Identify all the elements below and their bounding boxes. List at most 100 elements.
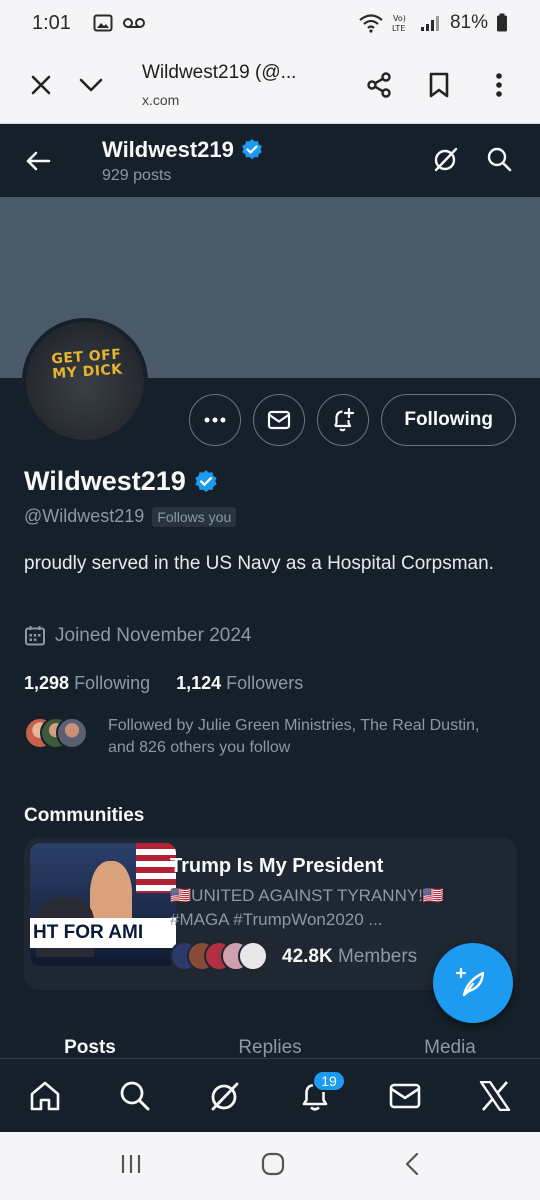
share-icon (367, 71, 391, 98)
profile-tabs: Posts Replies Media (0, 1034, 540, 1058)
members-count: 42.8K (282, 946, 333, 967)
follower-avatar (56, 717, 88, 749)
nav-messages[interactable] (375, 1066, 435, 1126)
verified-badge-icon (195, 469, 217, 492)
followers-count: 1,124 (176, 673, 222, 693)
community-description: 🇺🇸UNITED AGAINST TYRANNY!🇺🇸 #MAGA #Trump… (170, 884, 505, 932)
wifi-icon (358, 13, 384, 33)
browser-menu-button[interactable] (474, 60, 524, 110)
notification-count-badge: 19 (312, 1069, 346, 1092)
avatar-shirt-text: GET OFF MY DICK (50, 346, 124, 383)
battery-percent: 81% (449, 12, 488, 33)
communities-heading: Communities (24, 805, 145, 826)
recent-apps-icon (121, 1154, 141, 1173)
share-button[interactable] (354, 60, 404, 110)
battery-icon (496, 13, 508, 33)
back-button[interactable] (16, 139, 60, 183)
bookmark-button[interactable] (414, 60, 464, 110)
joined-date-row: Joined November 2024 (24, 625, 251, 647)
grok-icon (211, 1082, 239, 1110)
nav-notifications[interactable]: 19 (285, 1066, 346, 1126)
nav-x-premium[interactable] (465, 1066, 525, 1126)
members-count-row: 42.8K Members (282, 946, 417, 968)
nav-grok[interactable] (195, 1066, 255, 1126)
header-name-row: Wildwest219 (102, 137, 264, 163)
profile-name-row: Wildwest219 (24, 466, 219, 497)
more-options-button[interactable] (189, 394, 242, 446)
svg-text:LTE: LTE (392, 24, 405, 33)
bell-plus-icon (334, 407, 355, 432)
compose-feather-icon (455, 967, 485, 997)
home-icon (30, 1081, 60, 1110)
voicemail-icon (122, 16, 145, 30)
back-chevron-icon (405, 1152, 419, 1175)
search-icon (487, 147, 512, 171)
profile-avatar[interactable]: GET OFF MY DICK (22, 318, 148, 444)
follows-you-badge: Follows you (152, 506, 237, 527)
x-logo-icon (479, 1080, 511, 1111)
notifications-subscribe-button[interactable] (317, 394, 370, 446)
signal-icon (420, 14, 442, 32)
profile-header-bar: Wildwest219 929 posts (0, 125, 540, 197)
following-count-link[interactable]: 1,298 Following (24, 673, 150, 694)
system-navigation-bar (0, 1132, 540, 1200)
followed-by-row[interactable]: Followed by Julie Green Ministries, The … (24, 715, 488, 759)
message-button[interactable] (253, 394, 306, 446)
recent-apps-button[interactable] (119, 1153, 143, 1180)
search-icon (120, 1081, 150, 1110)
profile-action-buttons: Following (189, 394, 516, 446)
back-arrow-icon (26, 151, 51, 171)
following-count: 1,298 (24, 673, 70, 693)
profile-bio: proudly served in the US Navy as a Hospi… (24, 553, 494, 574)
minimize-tab-button[interactable] (66, 60, 116, 110)
nav-home[interactable] (15, 1066, 75, 1126)
more-horizontal-icon (204, 417, 226, 423)
grok-button[interactable] (432, 145, 460, 178)
tab-posts[interactable]: Posts (0, 1034, 180, 1058)
compose-post-button[interactable] (433, 943, 513, 1023)
bottom-navigation: 19 (0, 1058, 540, 1132)
member-avatars (170, 941, 268, 973)
followers-label: Followers (226, 673, 304, 693)
tab-replies[interactable]: Replies (180, 1034, 360, 1058)
community-image: HT FOR AMI (30, 843, 176, 966)
community-description-line: #MAGA #TrumpWon2020 ... (170, 910, 383, 929)
close-icon (31, 75, 51, 94)
browser-title-area[interactable]: Wildwest219 (@... x.com (142, 62, 354, 108)
follow-counts: 1,298 Following 1,124 Followers (24, 673, 303, 694)
search-button[interactable] (486, 146, 512, 177)
calendar-icon (25, 626, 45, 646)
status-bar: 1:01 Vo) LTE 81% (0, 0, 540, 46)
envelope-icon (389, 1083, 421, 1108)
close-tab-button[interactable] (16, 60, 66, 110)
members-label: Members (337, 946, 418, 967)
following-label: Following (74, 673, 151, 693)
profile-display-name: Wildwest219 (24, 466, 186, 496)
verified-badge-icon (242, 139, 262, 160)
member-avatar (238, 941, 268, 971)
more-vertical-icon (496, 72, 502, 97)
chevron-down-icon (79, 78, 103, 91)
community-image-banner-text: HT FOR AMI (30, 918, 176, 948)
tab-media[interactable]: Media (360, 1034, 540, 1058)
home-system-button[interactable] (261, 1152, 285, 1181)
browser-toolbar: Wildwest219 (@... x.com (0, 46, 540, 124)
joined-date-text: Joined November 2024 (55, 625, 252, 646)
followed-by-avatars (24, 717, 90, 749)
home-circle-icon (261, 1152, 285, 1175)
followers-count-link[interactable]: 1,124 Followers (176, 673, 303, 694)
svg-text:Vo): Vo) (393, 14, 406, 23)
status-time: 1:01 (32, 11, 71, 34)
profile-handle-row: @Wildwest219 Follows you (24, 506, 237, 527)
grok-icon (434, 147, 458, 171)
nav-search[interactable] (105, 1066, 165, 1126)
community-name: Trump Is My President (170, 855, 384, 877)
gallery-icon (93, 13, 113, 33)
following-button[interactable]: Following (381, 394, 516, 446)
back-system-button[interactable] (403, 1152, 421, 1181)
header-post-count: 929 posts (102, 167, 172, 184)
bookmark-icon (429, 72, 449, 97)
followed-by-text: Followed by Julie Green Ministries, The … (108, 717, 480, 756)
browser-url: x.com (142, 91, 180, 108)
community-members: 42.8K Members (170, 941, 417, 973)
